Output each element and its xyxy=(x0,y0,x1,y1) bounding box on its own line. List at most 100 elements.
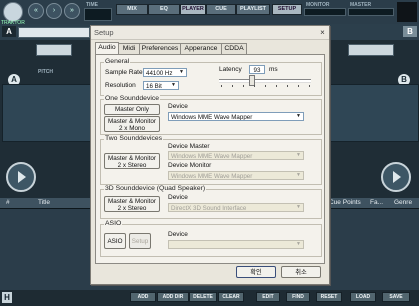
device-master-select[interactable]: Windows MME Wave Mapper ▼ xyxy=(168,151,304,160)
sample-rate-select[interactable]: 44100 Hz ▼ xyxy=(143,68,187,77)
master-monitor-3d-button[interactable]: Master & Monitor 2 x Stereo xyxy=(104,196,160,212)
latency-label: Latency xyxy=(219,66,242,73)
master-only-button[interactable]: Master Only xyxy=(104,104,160,115)
delete-button[interactable]: DELETE xyxy=(189,292,217,302)
group-two-sounddevices: Two Sounddevices Master & Monitor 2 x St… xyxy=(100,135,322,185)
group-general-title: General xyxy=(104,58,131,65)
find-button[interactable]: FIND xyxy=(286,292,310,302)
device-master-label: Device Master xyxy=(168,143,210,150)
btn-line-2: 2 x Stereo xyxy=(117,162,147,169)
tab-midi[interactable]: Midi xyxy=(118,43,140,54)
master-monitor-stereo-button[interactable]: Master & Monitor 2 x Stereo xyxy=(104,153,160,169)
menu-player[interactable]: PLAYER xyxy=(180,4,206,15)
slider-tick xyxy=(243,85,244,87)
asio-device-select[interactable]: ▼ xyxy=(168,240,304,249)
save-button[interactable]: SAVE xyxy=(382,292,410,302)
group-asio-title: ASIO xyxy=(104,220,123,227)
slider-tick xyxy=(298,85,299,87)
btn-line-1: Master & Monitor xyxy=(108,155,156,162)
asio-button[interactable]: ASIO xyxy=(104,233,126,249)
chevron-down-icon: ▼ xyxy=(296,241,301,247)
pitch-label: PITCH xyxy=(38,69,53,75)
clear-button[interactable]: CLEAR xyxy=(218,292,244,302)
menu-cue[interactable]: CUE xyxy=(206,4,236,15)
add-dir-button[interactable]: ADD DIR xyxy=(157,292,189,302)
deck-a-counter xyxy=(36,44,72,56)
menu-eq[interactable]: EQ xyxy=(148,4,180,15)
group-general: General Sample Rate 44100 Hz ▼ Resolutio… xyxy=(100,58,322,96)
group-3d-sounddevice: 3D Sounddevice (Quad Speaker) Master & M… xyxy=(100,185,322,219)
resolution-label: Resolution xyxy=(105,82,136,89)
master-monitor-mono-button[interactable]: Master & Monitor 2 x Mono xyxy=(104,116,160,132)
tab-preferences[interactable]: Preferences xyxy=(139,43,181,54)
menu-setup[interactable]: SETUP xyxy=(272,4,302,15)
close-icon[interactable]: × xyxy=(318,28,327,37)
3d-device-select[interactable]: DirectX 3D Sound Interface ▼ xyxy=(168,203,304,212)
chevron-down-icon: ▼ xyxy=(296,113,301,119)
3d-device-label: Device xyxy=(168,194,188,201)
tab-apperance[interactable]: Apperance xyxy=(180,43,222,54)
3d-device-value: DirectX 3D Sound Interface xyxy=(171,205,247,212)
deck-b-waveform[interactable] xyxy=(330,84,419,142)
bottom-left-indicator[interactable]: H xyxy=(2,292,12,303)
deck-a-title xyxy=(18,27,90,38)
asio-setup-button[interactable]: Setup xyxy=(129,233,151,249)
rewind-button[interactable]: « xyxy=(28,3,44,19)
ok-button[interactable]: 확인 xyxy=(236,266,276,278)
btn-line-2: 2 x Stereo xyxy=(117,205,147,212)
slider-tick xyxy=(265,85,266,87)
latency-slider[interactable] xyxy=(219,79,311,83)
deck-a-label: A xyxy=(2,26,16,37)
latency-value[interactable]: 93 xyxy=(249,65,265,74)
chevron-down-icon: ▼ xyxy=(296,172,301,178)
chevron-down-icon: ▼ xyxy=(296,204,301,210)
asio-device-label: Device xyxy=(168,231,188,238)
monitor-meter xyxy=(304,8,346,16)
time-display xyxy=(84,8,112,21)
group-one-sounddevice: One Sounddevice Master Only Master & Mon… xyxy=(100,95,322,135)
chevron-down-icon: ▼ xyxy=(171,82,176,88)
one-device-value: Windows MME Wave Mapper xyxy=(171,114,253,121)
tab-cdda[interactable]: CDDA xyxy=(221,43,247,54)
dialog-titlebar[interactable]: Setup × xyxy=(91,26,329,40)
device-master-value: Windows MME Wave Mapper xyxy=(171,153,253,160)
reset-button[interactable]: RESET xyxy=(316,292,342,302)
tab-audio[interactable]: Audio xyxy=(95,42,119,54)
load-button[interactable]: LOAD xyxy=(350,292,376,302)
deck-a-play-button[interactable] xyxy=(6,162,36,192)
deck-b-play-button[interactable] xyxy=(381,162,411,192)
device-monitor-select[interactable]: Windows MME Wave Mapper ▼ xyxy=(168,171,304,180)
col-title[interactable]: Title xyxy=(38,199,50,206)
bottom-toolbar: H ADD ADD DIR DELETE CLEAR EDIT FIND RES… xyxy=(0,290,419,306)
col-genre[interactable]: Genre xyxy=(394,199,412,206)
resolution-select[interactable]: 16 Bit ▼ xyxy=(143,81,179,90)
traktor-logo xyxy=(3,2,23,22)
one-device-select[interactable]: Windows MME Wave Mapper ▼ xyxy=(168,112,304,121)
play-button[interactable]: › xyxy=(46,3,62,19)
slider-tick xyxy=(221,85,222,87)
col-fa[interactable]: Fa... xyxy=(370,199,383,206)
forward-button[interactable]: » xyxy=(64,3,80,19)
btn-line-1: Master & Monitor xyxy=(108,118,156,125)
level-knob[interactable] xyxy=(397,2,417,22)
cancel-button[interactable]: 취소 xyxy=(281,266,321,278)
btn-line-1: Master & Monitor xyxy=(108,198,156,205)
deck-a-waveform[interactable] xyxy=(2,84,92,142)
chevron-down-icon: ▼ xyxy=(179,69,184,75)
col-cue-points[interactable]: Cue Points xyxy=(329,199,361,206)
group-3d-title: 3D Sounddevice (Quad Speaker) xyxy=(104,185,207,192)
one-device-label: Device xyxy=(168,103,188,110)
edit-button[interactable]: EDIT xyxy=(256,292,280,302)
dialog-title: Setup xyxy=(94,28,114,37)
slider-tick xyxy=(254,85,255,87)
menu-playlist[interactable]: PLAYLIST xyxy=(236,4,270,15)
audio-panel: General Sample Rate 44100 Hz ▼ Resolutio… xyxy=(95,54,325,264)
top-toolbar: TRAKTOR « › » TIME MIX EQ PLAYER CUE PLA… xyxy=(0,0,419,26)
slider-tick xyxy=(232,85,233,87)
slider-tick xyxy=(309,85,310,87)
add-button[interactable]: ADD xyxy=(130,292,156,302)
menu-mix[interactable]: MIX xyxy=(116,4,148,15)
device-monitor-label: Device Monitor xyxy=(168,162,212,169)
col-number[interactable]: # xyxy=(6,199,10,206)
group-two-title: Two Sounddevices xyxy=(104,135,164,142)
